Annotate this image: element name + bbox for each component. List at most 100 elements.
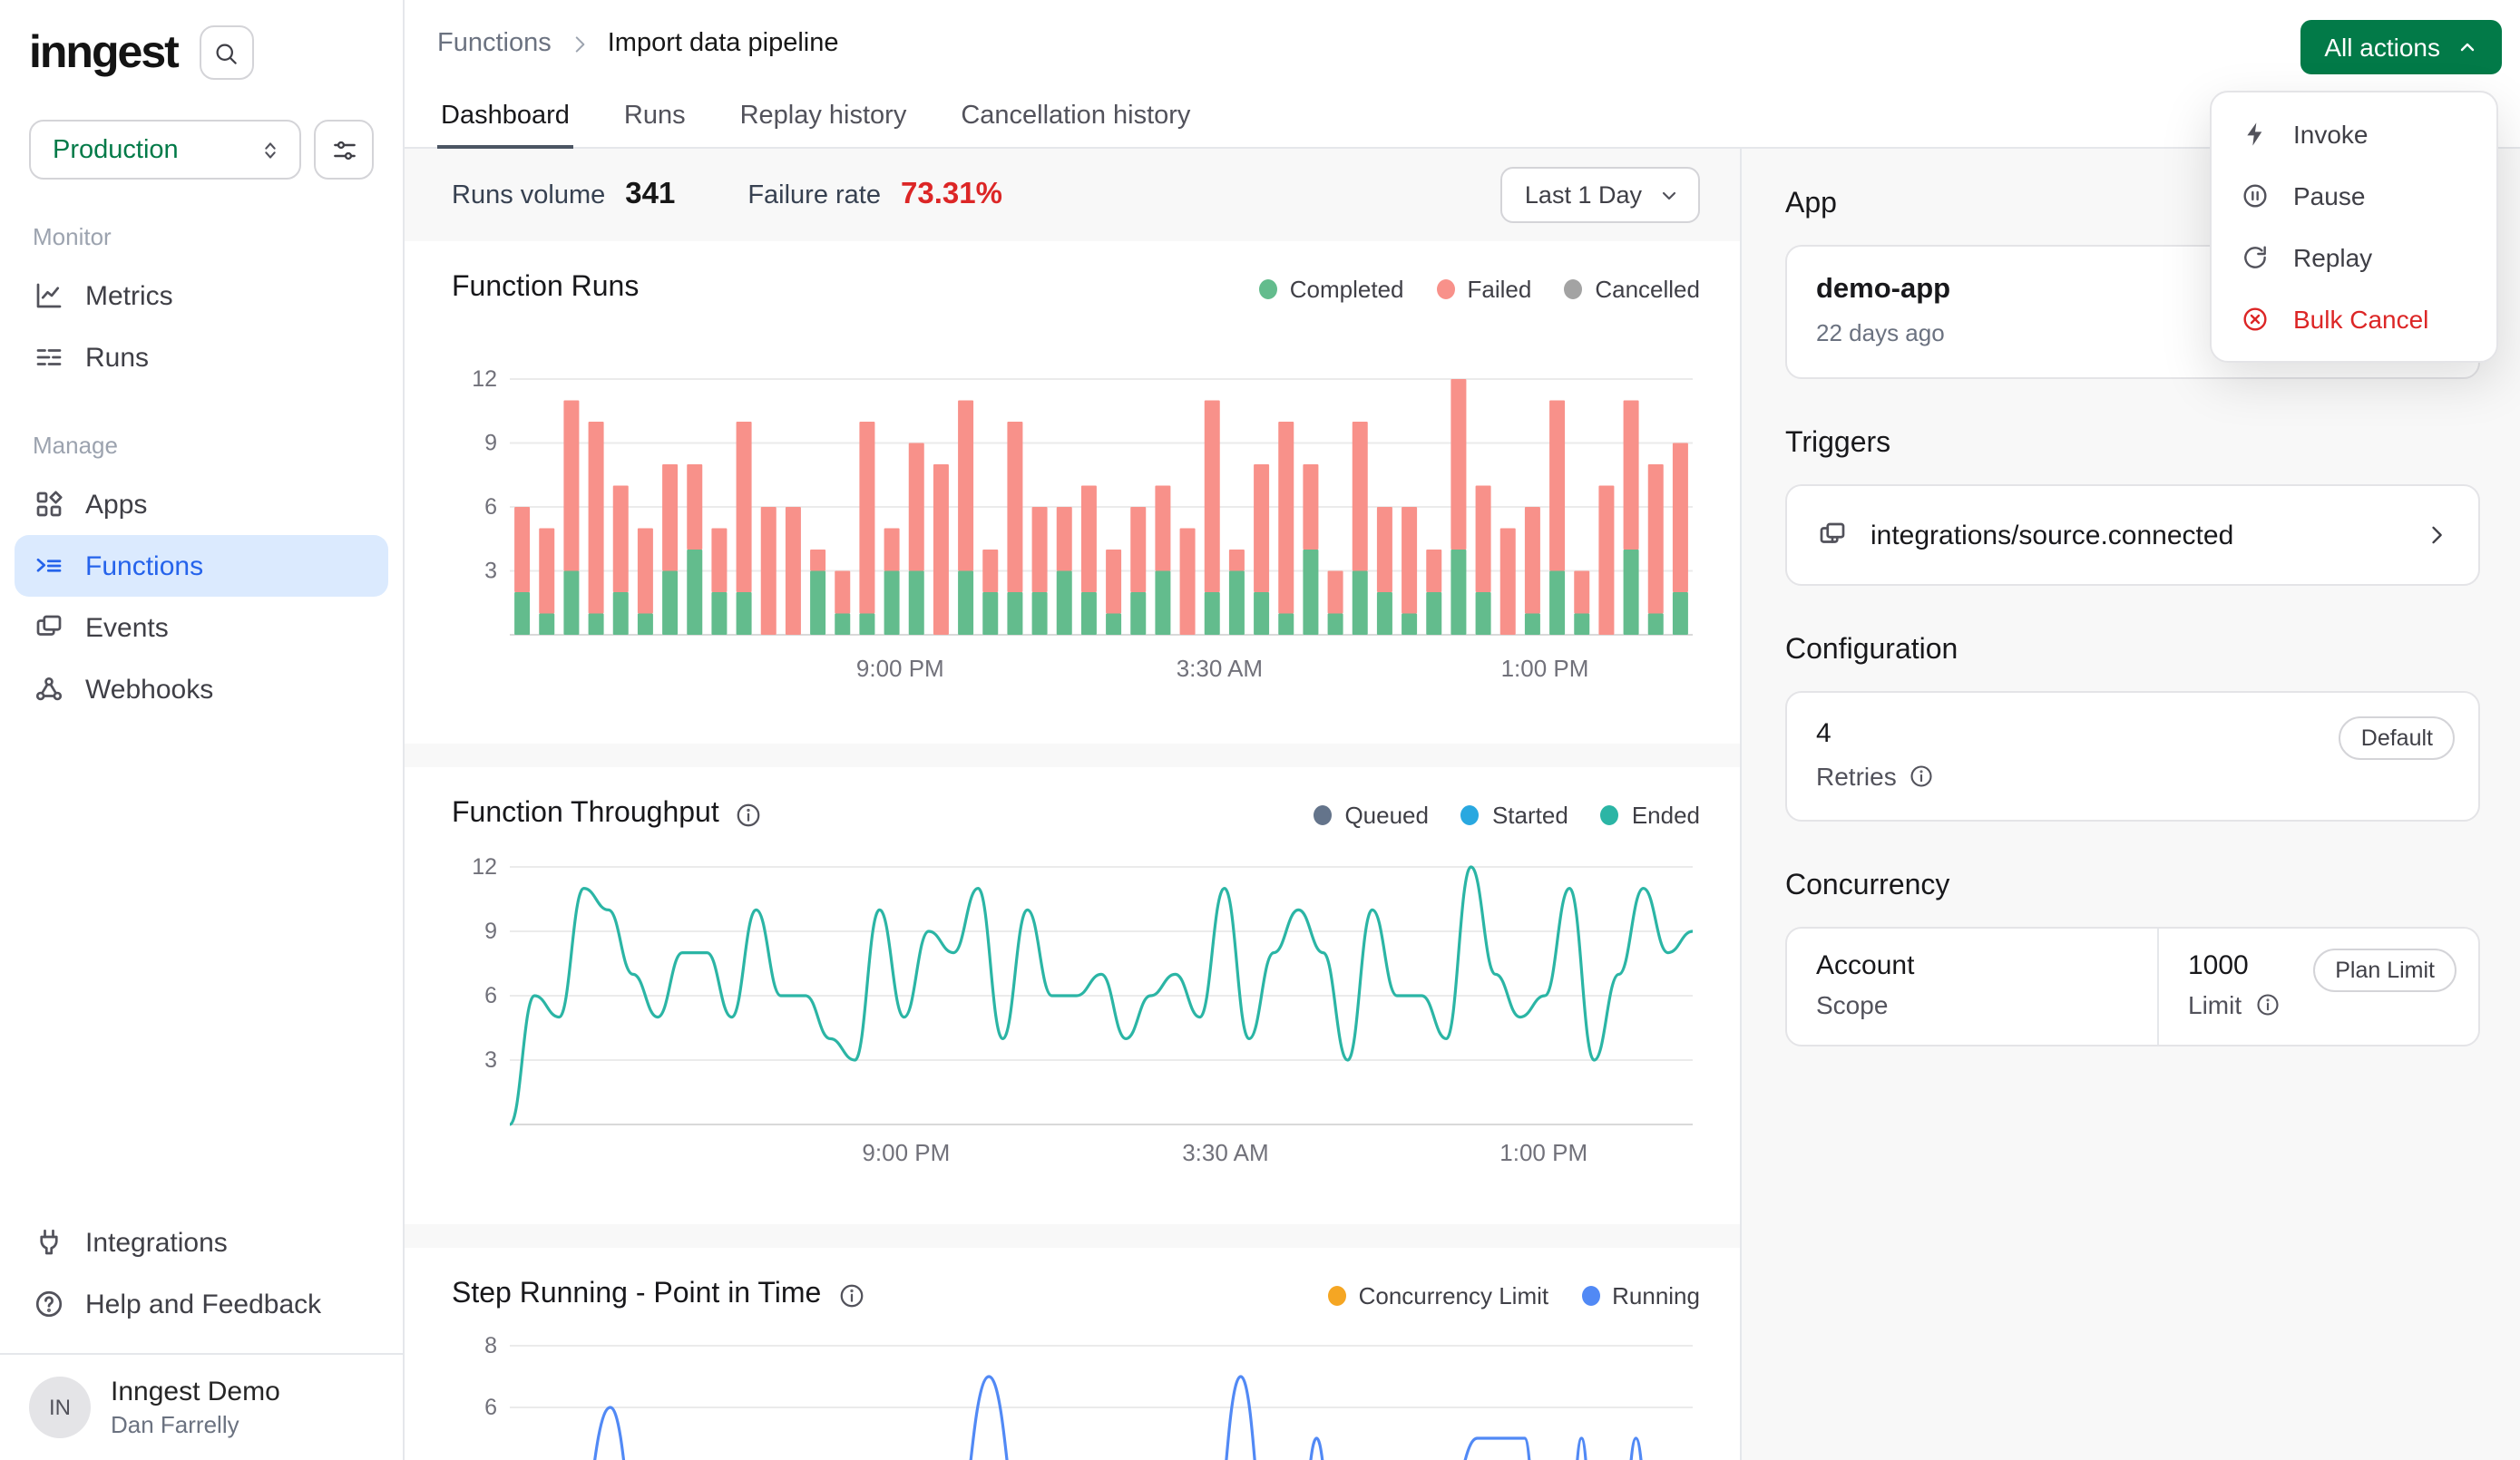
menu-item-label: Invoke (2293, 120, 2369, 149)
menu-item-invoke[interactable]: Invoke (2212, 103, 2496, 165)
sidebar-item-label: Runs (85, 342, 149, 373)
app-root: inngest Production (0, 0, 2520, 1460)
info-icon[interactable] (736, 801, 763, 828)
time-range-selector[interactable]: Last 1 Day (1501, 167, 1700, 223)
tab-cancellation-history[interactable]: Cancellation history (957, 83, 1194, 149)
legend-label: Failed (1468, 275, 1532, 302)
legend-label: Concurrency Limit (1359, 1281, 1549, 1309)
runs-volume-label: Runs volume (452, 181, 605, 210)
sidebar-item-events[interactable]: Events (15, 597, 388, 658)
info-icon[interactable] (2254, 992, 2280, 1017)
sidebar-item-webhooks[interactable]: Webhooks (15, 658, 388, 720)
svg-text:1:00 PM: 1:00 PM (1501, 655, 1589, 682)
cancel-icon (2241, 305, 2270, 334)
svg-text:6: 6 (484, 494, 497, 520)
legend-dot (1259, 278, 1277, 298)
svg-text:1:00 PM: 1:00 PM (1499, 1139, 1587, 1166)
concurrency-limit-label: Limit (2188, 990, 2242, 1019)
sidebar-item-label: Webhooks (85, 674, 213, 705)
all-actions-button[interactable]: All actions (2300, 20, 2502, 74)
triggers-section: Triggers integrations/source.connected (1785, 428, 2480, 586)
trigger-row[interactable]: integrations/source.connected (1787, 486, 2478, 584)
functions-icon (33, 550, 65, 582)
sidebar-item-help-and-feedback[interactable]: Help and Feedback (15, 1273, 388, 1335)
environment-label: Production (53, 135, 179, 164)
concurrency-scope-value: Account (1816, 950, 2128, 981)
environment-settings-button[interactable] (314, 120, 374, 180)
apps-icon (33, 488, 65, 521)
configuration-section: Configuration 4 Retries Default (1785, 635, 2480, 822)
search-button[interactable] (200, 25, 254, 80)
all-actions-label: All actions (2324, 33, 2440, 62)
chevron-up-icon (2457, 36, 2478, 58)
runs-volume-value: 341 (625, 178, 675, 212)
legend-label: Running (1612, 1281, 1700, 1309)
function-throughput-card: Function Throughput QueuedStartedEnded 3… (405, 767, 1740, 1224)
user-name: Inngest Demo (111, 1377, 280, 1407)
list-icon (33, 341, 65, 374)
legend-item-concurrency-limit: Concurrency Limit (1328, 1281, 1549, 1309)
charts-column: Runs volume 341 Failure rate 73.31% Last… (405, 149, 1742, 1460)
time-range-value: Last 1 Day (1525, 181, 1642, 209)
sidebar-item-apps[interactable]: Apps (15, 473, 388, 535)
sidebar-item-runs[interactable]: Runs (15, 326, 388, 388)
configuration-section-title: Configuration (1785, 635, 2480, 667)
legend-dot (1601, 804, 1619, 824)
legend-label: Started (1492, 801, 1568, 828)
svg-text:3: 3 (484, 1047, 497, 1073)
breadcrumb-functions-link[interactable]: Functions (437, 29, 552, 58)
sidebar-item-functions[interactable]: Functions (15, 535, 388, 597)
stats-strip: Runs volume 341 Failure rate 73.31% Last… (405, 149, 1740, 241)
retries-card: 4 Retries Default (1785, 691, 2480, 822)
concurrency-scope-label: Scope (1816, 990, 1888, 1019)
sidebar-item-metrics[interactable]: Metrics (15, 265, 388, 326)
inngest-logo: inngest (29, 26, 178, 79)
nav-section-manage: ManageAppsFunctionsEventsWebhooks (0, 432, 403, 720)
sidebar: inngest Production (0, 0, 405, 1460)
function-runs-card: Function Runs CompletedFailedCancelled 3… (405, 241, 1740, 744)
menu-item-pause[interactable]: Pause (2212, 165, 2496, 227)
chevron-right-icon (568, 32, 591, 55)
sidebar-top: inngest Production (0, 25, 403, 720)
user-subtitle: Dan Farrelly (111, 1411, 280, 1438)
all-actions-menu: Invoke Pause ReplayBulk Cancel (2210, 91, 2498, 363)
menu-item-bulk-cancel[interactable]: Bulk Cancel (2212, 288, 2496, 350)
tab-runs[interactable]: Runs (620, 83, 689, 149)
default-badge: Default (2339, 716, 2455, 760)
content: Runs volume 341 Failure rate 73.31% Last… (405, 149, 2520, 1460)
plan-limit-badge: Plan Limit (2313, 949, 2457, 992)
legend-label: Completed (1290, 275, 1404, 302)
help-icon (33, 1288, 65, 1320)
environment-selector[interactable]: Production (29, 120, 301, 180)
sidebar-item-label: Integrations (85, 1227, 228, 1258)
tab-replay-history[interactable]: Replay history (737, 83, 911, 149)
svg-text:6: 6 (484, 983, 497, 1008)
sidebar-item-label: Metrics (85, 280, 173, 311)
runs-volume-stat: Runs volume 341 (452, 178, 675, 212)
function-throughput-legend: QueuedStartedEnded (1314, 801, 1700, 828)
replay-icon (2241, 243, 2270, 272)
legend-dot (1328, 1285, 1346, 1305)
legend-dot (1314, 804, 1332, 824)
sidebar-item-integrations[interactable]: Integrations (15, 1212, 388, 1273)
user-menu[interactable]: IN Inngest Demo Dan Farrelly (0, 1353, 403, 1442)
sidebar-item-label: Apps (85, 489, 147, 520)
svg-text:9:00 PM: 9:00 PM (862, 1139, 950, 1166)
info-icon[interactable] (837, 1281, 864, 1309)
sidebar-item-label: Events (85, 612, 169, 643)
svg-text:9: 9 (484, 919, 497, 944)
avatar: IN (29, 1377, 91, 1438)
concurrency-section-title: Concurrency (1785, 871, 2480, 903)
menu-item-replay[interactable]: Replay (2212, 227, 2496, 288)
tab-dashboard[interactable]: Dashboard (437, 83, 573, 149)
sidebar-bottom: Integrations Help and Feedback IN Inngest… (0, 1212, 403, 1442)
triggers-section-title: Triggers (1785, 428, 2480, 461)
breadcrumb: Functions Import data pipeline (405, 0, 2520, 58)
menu-item-label: Pause (2293, 181, 2365, 210)
main-area: Functions Import data pipeline Dashboard… (405, 0, 2520, 1460)
sidebar-footer-nav: Integrations Help and Feedback (0, 1212, 403, 1335)
svg-text:12: 12 (472, 854, 497, 880)
webhooks-icon (33, 673, 65, 706)
info-icon[interactable] (1910, 764, 1935, 789)
step-running-legend: Concurrency Limit Running (1328, 1281, 1700, 1309)
